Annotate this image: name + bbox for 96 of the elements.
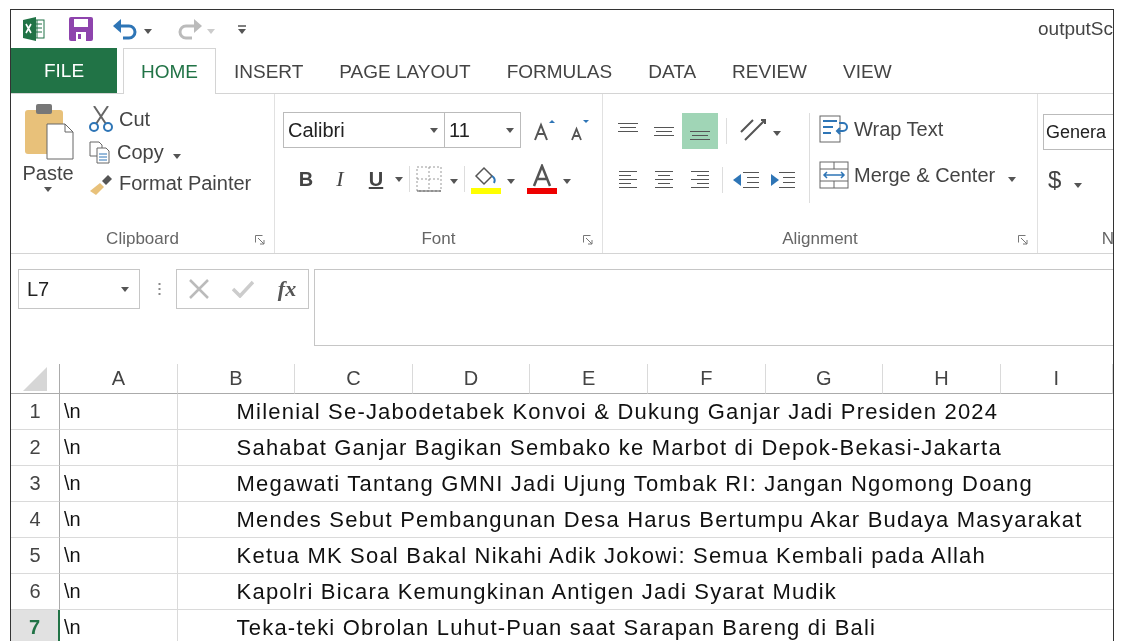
customize-toolbar-icon[interactable]: [237, 24, 247, 34]
fill-color-icon[interactable]: [471, 164, 501, 194]
underline-button[interactable]: U: [359, 161, 393, 197]
caret-icon: [506, 127, 514, 133]
cut-button[interactable]: Cut: [85, 104, 255, 134]
table-cell: \n: [60, 430, 178, 466]
caret-icon: [563, 179, 571, 184]
group-label: Font: [421, 229, 456, 249]
caret-icon: [121, 286, 129, 292]
column-header[interactable]: F: [647, 364, 766, 394]
caret-icon: [1074, 183, 1083, 188]
group-label: Clipboard: [106, 229, 179, 249]
column-header[interactable]: E: [530, 364, 648, 394]
number-format-field[interactable]: Genera: [1043, 114, 1113, 150]
dialog-launcher-icon[interactable]: [583, 235, 594, 246]
italic-button[interactable]: I: [323, 161, 357, 197]
row-header[interactable]: 1: [11, 394, 60, 430]
insert-function-button[interactable]: fx: [277, 276, 297, 302]
row-header[interactable]: 7: [11, 610, 60, 641]
formula-input[interactable]: [314, 269, 1113, 346]
bold-button[interactable]: B: [291, 161, 321, 197]
caret-icon: [507, 179, 515, 184]
caret-icon: [1008, 176, 1017, 182]
font-size-field[interactable]: 11: [444, 112, 521, 148]
group-label: Alignment: [782, 229, 858, 249]
save-icon[interactable]: [69, 17, 93, 41]
ribbon-tab[interactable]: REVIEW: [714, 49, 825, 93]
column-header[interactable]: H: [883, 364, 1001, 394]
undo-icon[interactable]: [113, 17, 139, 41]
borders-icon[interactable]: [416, 166, 442, 192]
wrap-text-button[interactable]: Wrap Text: [816, 113, 1020, 145]
caret-icon: [172, 153, 181, 159]
file-tab[interactable]: FILE: [11, 48, 117, 93]
wrap-text-icon: [819, 115, 849, 143]
paste-button[interactable]: Paste: [15, 102, 81, 225]
ribbon-tab[interactable]: DATA: [630, 49, 715, 93]
table-cell: Milenial Se-Jabodetabek Konvoi & Dukung Ganjar Jadi Presiden 2024: [236, 398, 999, 425]
ribbon-tab[interactable]: INSERT: [216, 49, 322, 93]
caret-icon: [430, 127, 438, 133]
row-header[interactable]: 5: [11, 538, 60, 574]
dialog-launcher-icon[interactable]: [255, 235, 266, 246]
scissors-icon: [88, 106, 114, 132]
caret-icon: [773, 131, 781, 136]
copy-icon: [88, 140, 112, 164]
table-cell: Megawati Tantang GMNI Jadi Ujung Tombak RI: Jangan Ngomong Doang: [236, 470, 1033, 497]
column-header[interactable]: D: [412, 364, 531, 394]
table-cell: \n: [60, 502, 178, 538]
undo-dropdown-icon: [144, 29, 152, 34]
name-box[interactable]: L7: [18, 269, 140, 309]
table-cell: \n: [60, 466, 178, 502]
column-header[interactable]: I: [1000, 364, 1113, 394]
currency-button[interactable]: $: [1045, 164, 1113, 196]
copy-button[interactable]: Copy: [85, 138, 255, 166]
redo-dropdown-icon: [207, 29, 215, 34]
table-cell: \n: [60, 394, 178, 430]
row-header[interactable]: 2: [11, 430, 60, 466]
center-icon[interactable]: [654, 169, 674, 191]
font-color-icon[interactable]: [527, 164, 557, 194]
table-cell: Sahabat Ganjar Bagikan Sembako ke Marbot di Depok-Bekasi-Jakarta: [236, 434, 1002, 461]
bottom-align-icon[interactable]: [682, 113, 718, 149]
decrease-indent-icon[interactable]: [733, 170, 761, 190]
format-painter-button[interactable]: Format Painter: [85, 170, 255, 197]
font-family-field[interactable]: Calibri: [283, 112, 445, 148]
check-icon[interactable]: [232, 280, 255, 298]
table-cell: \n: [60, 538, 178, 574]
ribbon-tab[interactable]: HOME: [123, 48, 216, 94]
column-header[interactable]: B: [177, 364, 296, 394]
table-cell: \n: [60, 610, 178, 641]
paintbrush-icon: [88, 172, 114, 195]
merge-cells-icon: [819, 161, 849, 189]
excel-logo-icon[interactable]: [23, 17, 45, 41]
column-header[interactable]: G: [765, 364, 884, 394]
column-header[interactable]: A: [60, 364, 178, 394]
row-header[interactable]: 3: [11, 466, 60, 502]
table-cell: Teka-teki Obrolan Luhut-Puan saat Sarapan Bareng di Bali: [236, 614, 877, 641]
table-cell: Ketua MK Soal Bakal Nikahi Adik Jokowi: Semua Kembali pada Allah: [236, 542, 986, 569]
align-right-icon[interactable]: [690, 169, 710, 191]
row-header[interactable]: 4: [11, 502, 60, 538]
table-cell: Kapolri Bicara Kemungkinan Antigen Jadi Syarat Mudik: [236, 578, 838, 605]
caret-icon: [395, 176, 403, 182]
shrink-font-icon[interactable]: [569, 119, 589, 141]
merge-center-button[interactable]: Merge & Center: [816, 159, 1020, 191]
table-cell: Mendes Sebut Pembangunan Desa Harus Bertumpu Akar Budaya Masyarakat: [236, 506, 1083, 533]
group-label: N: [1101, 229, 1113, 249]
ribbon-tab[interactable]: PAGE LAYOUT: [321, 49, 489, 93]
window-title: outputSc: [1038, 18, 1113, 40]
ribbon-tab[interactable]: VIEW: [825, 49, 910, 93]
increase-indent-icon[interactable]: [769, 170, 797, 190]
caret-icon: [44, 187, 52, 192]
ribbon-tab[interactable]: FORMULAS: [488, 49, 631, 93]
grow-font-icon[interactable]: [533, 119, 555, 141]
table-cell: \n: [60, 574, 178, 610]
column-header[interactable]: C: [295, 364, 413, 394]
align-left-icon[interactable]: [618, 169, 638, 191]
dialog-launcher-icon[interactable]: [1018, 235, 1029, 246]
caret-icon: [450, 179, 458, 184]
